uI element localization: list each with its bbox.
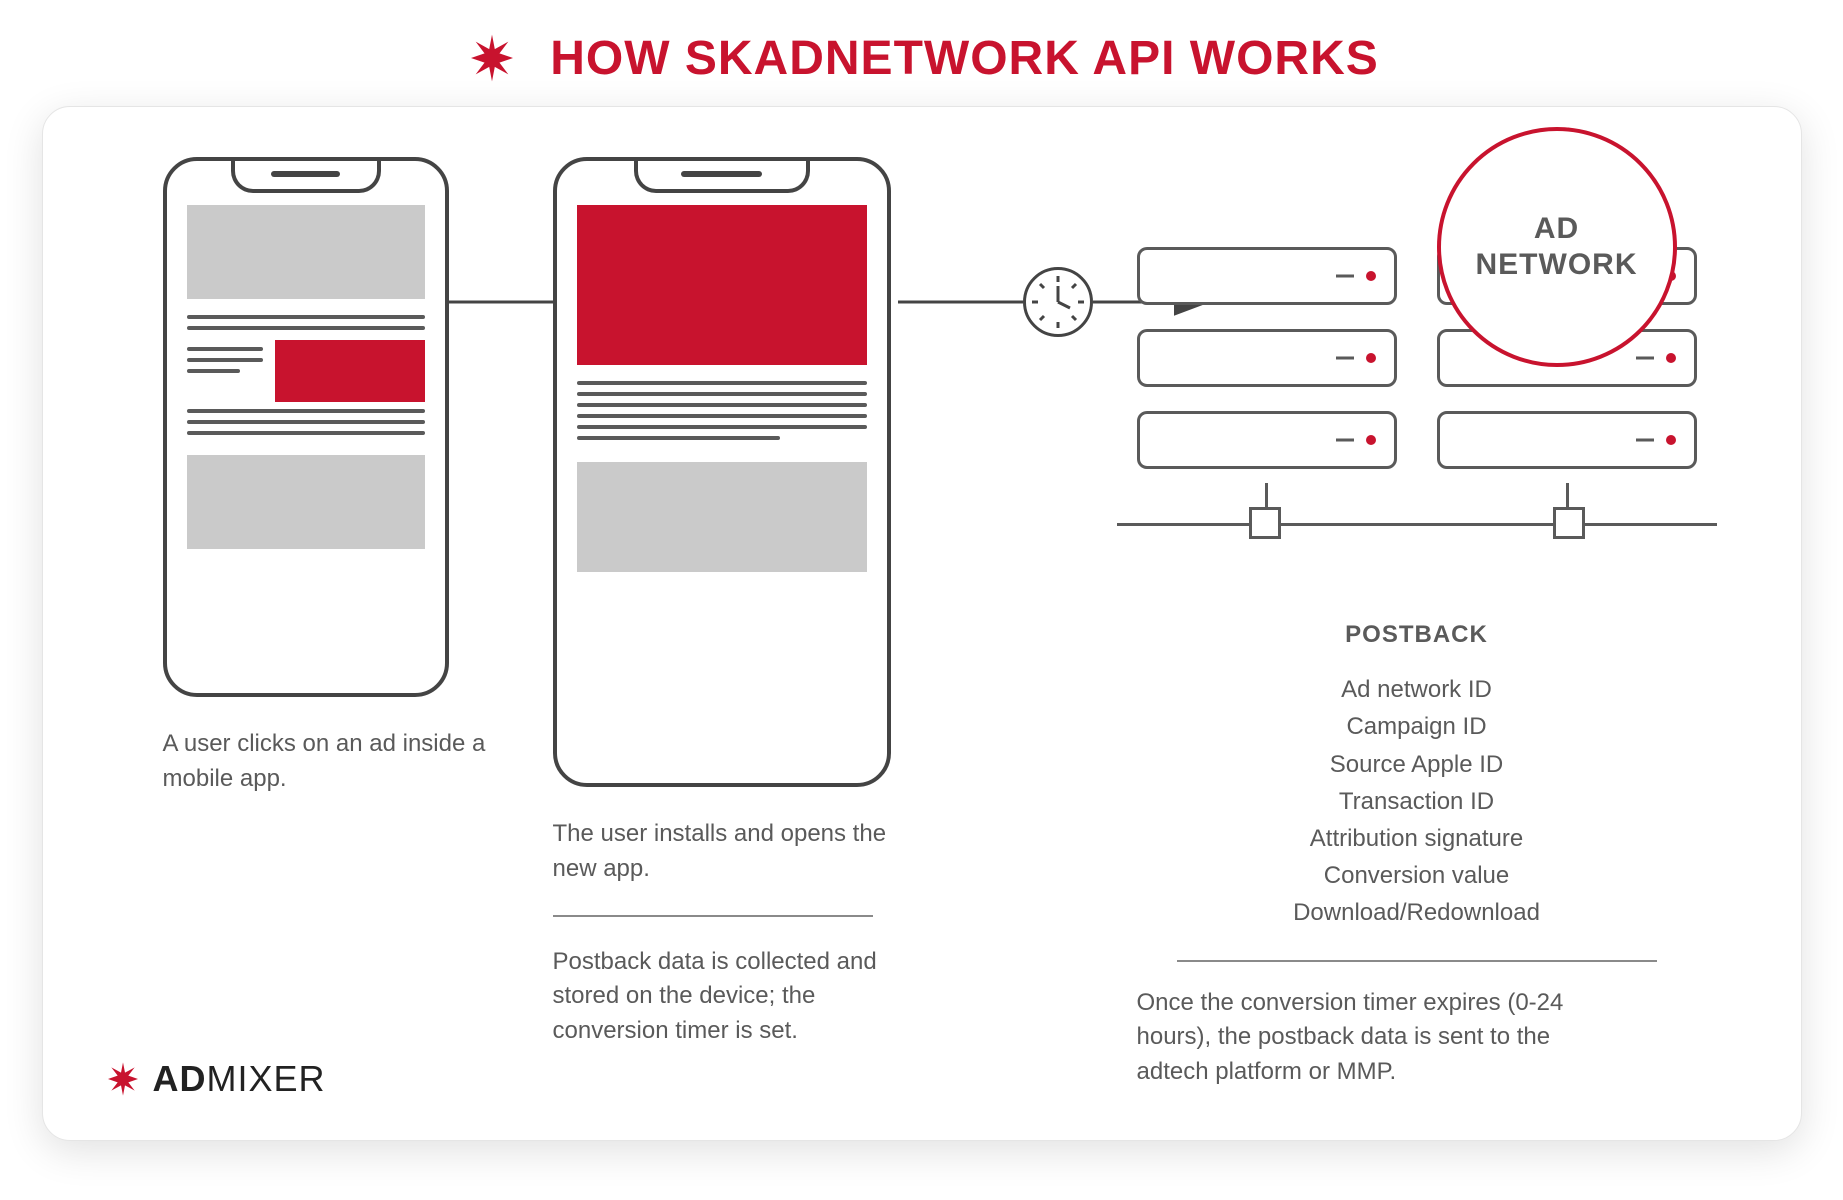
postback-block: POSTBACK Ad network ID Campaign ID Sourc…: [1137, 621, 1697, 1090]
stage2-caption2: Postback data is collected and stored on…: [553, 945, 913, 1049]
server-icon: [1437, 411, 1697, 469]
asterisk-icon: [464, 30, 520, 86]
postback-item: Source Apple ID: [1137, 746, 1697, 783]
clock-icon: [1023, 267, 1093, 337]
ad-network-label: AD NETWORK: [1437, 127, 1677, 367]
stage1-caption: A user clicks on an ad inside a mobile a…: [163, 727, 523, 797]
postback-item: Conversion value: [1137, 857, 1697, 894]
stages-row: A user clicks on an ad inside a mobile a…: [103, 157, 1741, 1090]
server-icon: [1137, 329, 1397, 387]
server-icon: [1137, 247, 1397, 305]
postback-item: Ad network ID: [1137, 671, 1697, 708]
stage-2: The user installs and opens the new app.…: [533, 157, 1033, 1090]
stage-1: A user clicks on an ad inside a mobile a…: [103, 157, 533, 1090]
ad-banner-icon: [275, 340, 425, 402]
asterisk-icon: [103, 1059, 143, 1099]
divider: [1177, 960, 1657, 962]
admixer-logo: ADMIXER: [103, 1058, 326, 1100]
stage2-caption1: The user installs and opens the new app.: [553, 817, 913, 887]
postback-item: Attribution signature: [1137, 820, 1697, 857]
phone-ad-click: [163, 157, 449, 697]
postback-title: POSTBACK: [1137, 621, 1697, 649]
card: A user clicks on an ad inside a mobile a…: [42, 106, 1802, 1141]
diagram-canvas: HOW SKADNETWORK API WORKS: [0, 0, 1843, 1200]
stage-3: AD NETWORK POSTBACK: [1033, 157, 1741, 1090]
phone-installed-app: [553, 157, 891, 787]
postback-item: Transaction ID: [1137, 783, 1697, 820]
server-icon: [1137, 411, 1397, 469]
app-hero-icon: [577, 205, 867, 365]
postback-item: Campaign ID: [1137, 708, 1697, 745]
title-row: HOW SKADNETWORK API WORKS: [40, 30, 1803, 86]
ad-network-servers: AD NETWORK: [1137, 157, 1697, 601]
divider: [553, 915, 873, 917]
postback-caption: Once the conversion timer expires (0-24 …: [1137, 986, 1617, 1090]
postback-item: Download/Redownload: [1137, 894, 1697, 931]
logo-text: ADMIXER: [153, 1058, 326, 1100]
diagram-title: HOW SKADNETWORK API WORKS: [550, 31, 1379, 86]
